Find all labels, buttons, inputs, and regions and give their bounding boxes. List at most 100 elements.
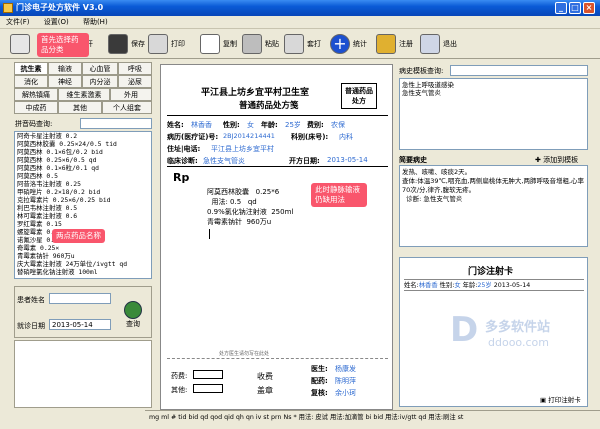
save-button[interactable]: 保存: [108, 32, 145, 56]
fee-type[interactable]: 农保: [331, 120, 345, 130]
watermark-url: ddooo.com: [488, 336, 549, 349]
address[interactable]: 平江县上坊乡宜平村: [211, 144, 274, 154]
template-item[interactable]: 急性支气管炎: [402, 89, 585, 97]
drug-list-item[interactable]: 林可霉素注射液 0.6: [17, 212, 151, 220]
drug-list-item[interactable]: 甲硝唑片 0.2×18/0.2 bid: [17, 188, 151, 196]
window-title: 门诊电子处方软件 V3.0: [16, 3, 104, 12]
print-template-button[interactable]: 套打: [284, 32, 321, 56]
rx-subtitle: 普通药品处方笺: [239, 101, 299, 111]
callout-click-drug: 两点药品名称: [52, 229, 105, 243]
template-item[interactable]: 急性上呼吸道感染: [402, 81, 585, 89]
exit-button[interactable]: 退出: [420, 32, 457, 56]
app-icon: [3, 3, 13, 13]
patient-records-list[interactable]: [14, 340, 152, 408]
callout-infusion-missing: 此时静脉输液仍缺用法: [311, 183, 367, 207]
diagnosis[interactable]: 急性支气管炎: [203, 156, 245, 166]
print-template-icon: [284, 34, 304, 54]
tab-other[interactable]: 其他: [58, 101, 102, 114]
drug-list-item[interactable]: 阿莫西林 0.25×6/0.5 qd: [17, 156, 151, 164]
drug-list-item[interactable]: 奇霉素 0.25×: [17, 244, 151, 252]
department[interactable]: 内科: [339, 132, 353, 142]
history-textarea[interactable]: 发热、咳嗽、咳痰2天。 查体:体温39℃,咽充血,两侧扁桃体无肿大,两肺呼吸音增…: [399, 165, 588, 247]
stats-button[interactable]: + 统计: [330, 32, 367, 56]
category-tabs: 抗生素 输液 心血管 呼吸 消化 神经 内分泌 泌尿 解热镇痛 维生素激素 外用…: [14, 62, 152, 118]
rp-mark: Rp: [173, 171, 190, 184]
tab-cardio[interactable]: 心血管: [82, 62, 118, 75]
toolbar: 开 保存 打印 复制 粘贴 套打 + 统计 注册 退出: [0, 29, 600, 59]
visit-date-input[interactable]: 2013-05-14: [49, 319, 111, 330]
search-input[interactable]: [80, 118, 152, 129]
patient-age[interactable]: 25岁: [285, 120, 301, 130]
patient-name[interactable]: 林香香: [191, 120, 212, 130]
tab-analgesic[interactable]: 解热镇痛: [14, 88, 58, 101]
tab-urology[interactable]: 泌尿: [118, 75, 152, 88]
register-button[interactable]: 注册: [376, 32, 413, 56]
hospital-name: 平江县上坊乡宜平村卫生室: [201, 88, 310, 98]
patient-name-input[interactable]: [49, 293, 111, 304]
drug-list-item[interactable]: 阿莫西林 0.5: [17, 172, 151, 180]
drug-list-item[interactable]: 青霉素钠针 960万u: [17, 252, 151, 260]
add-to-template-button[interactable]: ✚ 添加到模板: [535, 155, 578, 165]
injection-card: 门诊注射卡 姓名:林香香 性别:女 年龄:25岁 2013-05-14 D 多多…: [399, 257, 588, 407]
drug-list-item[interactable]: 罗红霉素 0.15: [17, 220, 151, 228]
copy-icon: [200, 34, 220, 54]
drug-list-item[interactable]: 阿昔洛韦注射液 0.25: [17, 180, 151, 188]
tab-antibiotic[interactable]: 抗生素: [14, 62, 48, 75]
case-number[interactable]: 2BJ2014214441: [223, 132, 275, 140]
close-button[interactable]: ×: [583, 2, 595, 14]
callout-select-category: 首先选择药品分类: [37, 33, 89, 57]
rx-lines[interactable]: 阿莫西林胶囊 0.25*6 用法: 0.5 qd 0.9%氯化钠注射液 250m…: [207, 187, 293, 227]
usage-shortcut-bar[interactable]: mg ml # tid bid qd qod qid qh qn iv st p…: [145, 410, 600, 424]
menu-settings[interactable]: 设置(O): [44, 18, 69, 26]
prescription-paper: 平江县上坊乡宜平村卫生室 普通药品处方笺 普通药品处方 姓名: 林香香 性别: …: [160, 64, 393, 410]
drug-list-item[interactable]: 庆大霉素注射液 24万单位/ivgtt qd: [17, 260, 151, 268]
menu-help[interactable]: 帮助(H): [83, 18, 108, 26]
tab-vitamin[interactable]: 维生素激素: [58, 88, 110, 101]
tab-personal-set[interactable]: 个人组套: [102, 101, 152, 114]
tool-button[interactable]: [10, 32, 30, 56]
tab-endocrine[interactable]: 内分泌: [82, 75, 118, 88]
drug-list-item[interactable]: 阿莫西林胶囊 0.25×24/0.5 tid: [17, 140, 151, 148]
copy-button[interactable]: 复制: [200, 32, 237, 56]
title-bar: 门诊电子处方软件 V3.0 _ □ ×: [0, 0, 600, 16]
drug-list-item[interactable]: 阿奇卡星注射液 0.2: [17, 132, 151, 140]
rx-date[interactable]: 2013-05-14: [327, 156, 368, 164]
drug-list-item[interactable]: 阿莫西林 0.1×6粒/0.1 qd: [17, 164, 151, 172]
card-row: 姓名:林香香 性别:女 年龄:25岁 2013-05-14: [404, 279, 584, 291]
drug-fee-field[interactable]: [193, 370, 223, 379]
template-search-input[interactable]: [450, 65, 588, 76]
template-list[interactable]: 急性上呼吸道感染 急性支气管炎: [399, 78, 588, 150]
tab-tcm[interactable]: 中成药: [14, 101, 58, 114]
drug-list-item[interactable]: 克拉霉素片 0.25×6/0.25 bid: [17, 196, 151, 204]
paste-button[interactable]: 粘贴: [242, 32, 279, 56]
watermark-logo: D: [450, 310, 479, 350]
patient-name-label: 患者姓名: [17, 296, 45, 304]
checker-name[interactable]: 余小珂: [335, 388, 356, 398]
drug-list[interactable]: 阿奇卡星注射液 0.2 阿莫西林胶囊 0.25×24/0.5 tid 阿莫西林 0.…: [14, 131, 152, 279]
minimize-button[interactable]: _: [555, 2, 567, 14]
tab-topical[interactable]: 外用: [110, 88, 152, 101]
drug-list-item[interactable]: 替硝唑氯化钠注射液 100ml: [17, 268, 151, 276]
printer-icon: ▣: [540, 396, 549, 404]
tab-infusion[interactable]: 输液: [48, 62, 82, 75]
dispenser-name[interactable]: 陈明萍: [335, 376, 356, 386]
printer-icon: [148, 34, 168, 54]
save-icon: [108, 34, 128, 54]
print-button[interactable]: 打印: [148, 32, 185, 56]
drug-list-item[interactable]: 阿莫西林 0.1×6包/0.2 bid: [17, 148, 151, 156]
visit-date-label: 就诊日期: [17, 322, 45, 330]
menu-file[interactable]: 文件(F): [6, 18, 30, 26]
doctor-name[interactable]: 杨康发: [335, 364, 356, 374]
drug-list-item[interactable]: 利巴韦林注射液 0.5: [17, 204, 151, 212]
tab-neuro[interactable]: 神经: [48, 75, 82, 88]
rx-note: 处方医生请勿写在此处: [219, 351, 270, 357]
other-fee-field[interactable]: [193, 384, 223, 393]
maximize-button[interactable]: □: [569, 2, 581, 14]
plus-icon: ✚: [535, 156, 544, 164]
tab-respiratory[interactable]: 呼吸: [118, 62, 152, 75]
patient-sex[interactable]: 女: [247, 120, 254, 130]
query-button[interactable]: 查询: [117, 301, 149, 335]
tab-digestive[interactable]: 消化: [14, 75, 48, 88]
tool-icon: [10, 34, 30, 54]
print-card-button[interactable]: ▣ 打印注射卡: [540, 394, 581, 404]
